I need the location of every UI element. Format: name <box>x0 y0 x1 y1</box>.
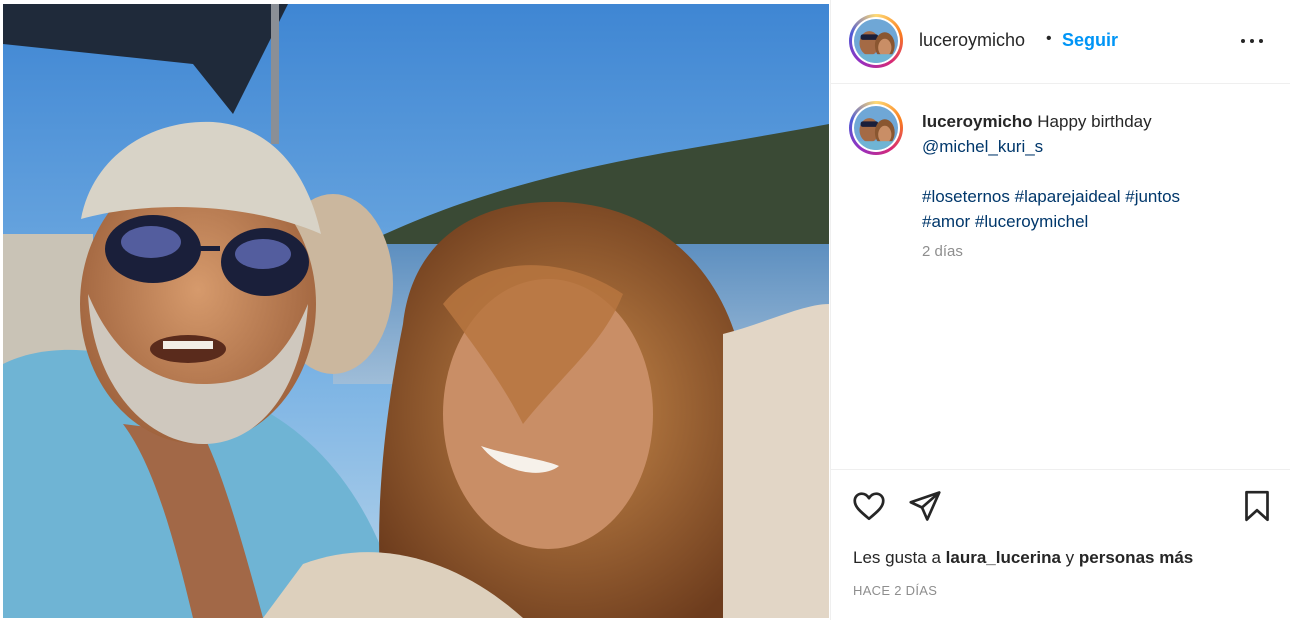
like-button[interactable] <box>851 488 887 524</box>
caption-message: Happy birthday <box>1037 112 1152 131</box>
avatar <box>854 19 898 63</box>
instagram-post: luceroymicho • Seguir luceroymicho Happy… <box>0 0 1290 620</box>
likes-others-link[interactable]: personas más <box>1079 548 1193 567</box>
paper-plane-icon <box>909 491 941 521</box>
more-options-button[interactable] <box>1237 26 1267 56</box>
caption-time[interactable]: 2 días <box>922 243 963 260</box>
post-actions: Les gusta a laura_lucerina y personas má… <box>831 469 1290 620</box>
hashtags: #loseternos #laparejaideal #juntos #amor… <box>922 184 1252 234</box>
likes-prefix: Les gusta a <box>853 548 941 567</box>
photo-image <box>3 4 829 618</box>
hashtag-link[interactable]: #laparejaideal <box>1015 187 1121 206</box>
more-horizontal-icon <box>1241 39 1245 43</box>
hashtag-link[interactable]: #loseternos <box>922 187 1010 206</box>
likes-summary: Les gusta a laura_lucerina y personas má… <box>853 548 1193 568</box>
mention-link[interactable]: @michel_kuri_s <box>922 137 1043 156</box>
post-photo[interactable] <box>3 4 829 618</box>
save-button[interactable] <box>1239 488 1275 524</box>
caption-text: luceroymicho Happy birthday @michel_kuri… <box>922 109 1242 159</box>
hashtag-link[interactable]: #juntos <box>1125 187 1180 206</box>
story-ring[interactable] <box>849 14 903 68</box>
hashtag-link[interactable]: #amor <box>922 212 970 231</box>
avatar-image <box>854 19 898 63</box>
separator-dot: • <box>1046 30 1052 47</box>
post-caption: luceroymicho Happy birthday @michel_kuri… <box>831 85 1290 469</box>
caption-story-ring[interactable] <box>849 101 903 155</box>
heart-icon <box>853 492 885 521</box>
avatar-image <box>854 106 898 150</box>
post-header: luceroymicho • Seguir <box>831 0 1290 84</box>
header-username[interactable]: luceroymicho <box>919 30 1025 51</box>
caption-avatar <box>854 106 898 150</box>
likes-connector: y <box>1065 548 1075 567</box>
post-timestamp[interactable]: HACE 2 DÍAS <box>853 583 937 598</box>
post-side-panel: luceroymicho • Seguir luceroymicho Happy… <box>830 0 1290 620</box>
share-button[interactable] <box>907 488 943 524</box>
hashtag-link[interactable]: #luceroymichel <box>975 212 1088 231</box>
bookmark-icon <box>1245 490 1269 522</box>
follow-button[interactable]: Seguir <box>1062 30 1118 51</box>
caption-username[interactable]: luceroymicho <box>922 112 1033 131</box>
liker-username[interactable]: laura_lucerina <box>946 548 1061 567</box>
